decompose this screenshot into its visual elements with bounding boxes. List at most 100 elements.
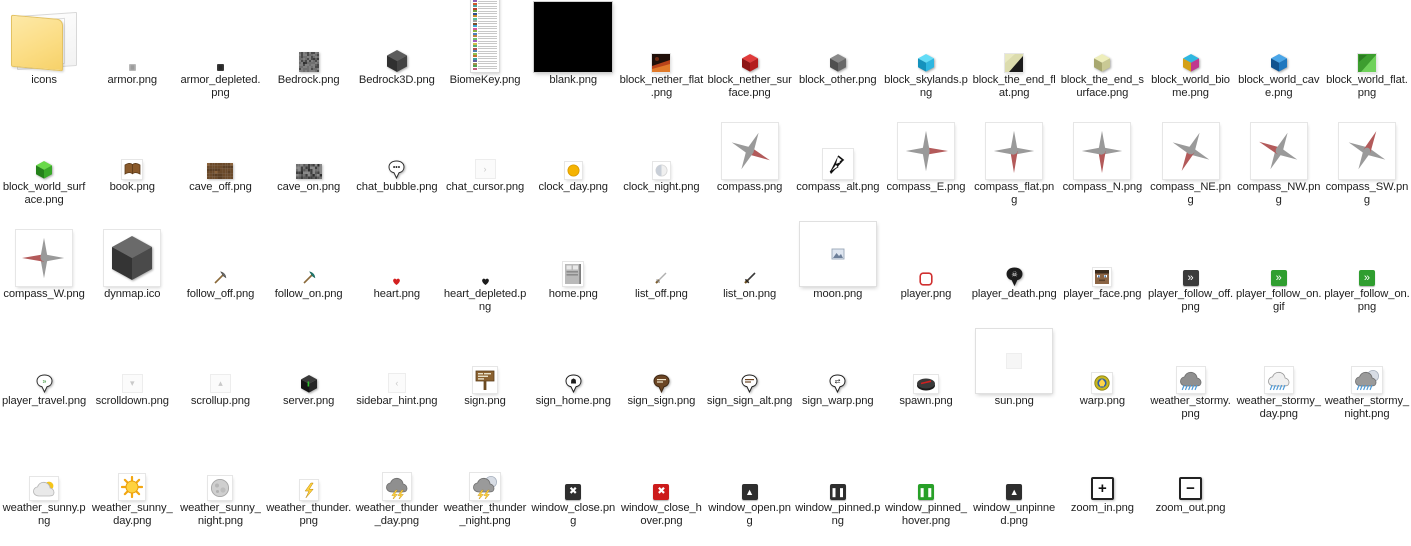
file-item[interactable]: compass_N.png xyxy=(1058,107,1146,214)
file-item[interactable]: block_nether_surface.png xyxy=(706,0,794,107)
file-item[interactable]: ▲ window_unpinned.png xyxy=(970,428,1058,535)
file-item[interactable]: compass_NW.png xyxy=(1235,107,1323,214)
file-label: sign_warp.png xyxy=(802,395,874,407)
file-item[interactable]: block_world_flat.png xyxy=(1323,0,1411,107)
svg-text:»: » xyxy=(42,379,46,386)
file-item[interactable]: block_the_end_surface.png xyxy=(1058,0,1146,107)
file-item[interactable]: book.png xyxy=(88,107,176,214)
file-item[interactable]: icons xyxy=(0,0,88,107)
file-item[interactable]: block_skylands.png xyxy=(882,0,970,107)
file-item[interactable]: compass_SW.png xyxy=(1323,107,1411,214)
file-item[interactable]: BiomeKey.png xyxy=(441,0,529,107)
file-item[interactable]: compass_NE.png xyxy=(1146,107,1234,214)
file-item[interactable]: follow_off.png xyxy=(176,214,264,321)
file-item[interactable]: weather_stormy.png xyxy=(1146,321,1234,428)
file-item[interactable]: block_world_biome.png xyxy=(1146,0,1234,107)
file-item[interactable]: compass_W.png xyxy=(0,214,88,321)
file-item[interactable]: player_face.png xyxy=(1058,214,1146,321)
file-item[interactable]: ‹ sidebar_hint.png xyxy=(353,321,441,428)
file-item[interactable]: » player_follow_off.png xyxy=(1146,214,1234,321)
file-item[interactable]: block_the_end_flat.png xyxy=(970,0,1058,107)
file-item[interactable]: ✖ window_close_hover.png xyxy=(617,428,705,535)
file-item[interactable]: ✖ window_close.png xyxy=(529,428,617,535)
file-item[interactable]: Bedrock3D.png xyxy=(353,0,441,107)
file-label: block_world_surface.png xyxy=(2,181,86,207)
file-item[interactable]: clock_day.png xyxy=(529,107,617,214)
file-item[interactable]: dynmap.ico xyxy=(88,214,176,321)
file-item[interactable]: block_world_cave.png xyxy=(1235,0,1323,107)
file-item[interactable]: follow_on.png xyxy=(265,214,353,321)
gray-cube-icon xyxy=(794,2,882,74)
file-label: weather_stormy_night.png xyxy=(1324,395,1410,421)
file-item[interactable]: sun.png xyxy=(970,321,1058,428)
file-item[interactable]: compass.png xyxy=(706,107,794,214)
scroll-down-chevron-icon: ▾ xyxy=(88,323,176,395)
file-grid[interactable]: icons armor.png armor_depleted.png Bedrock.… xyxy=(0,0,1411,535)
biome-key-legend-icon xyxy=(441,0,529,74)
file-item[interactable]: block_other.png xyxy=(794,0,882,107)
sidebar-hint-chevron-icon: ‹ xyxy=(353,323,441,395)
file-item[interactable]: heart_depleted.png xyxy=(441,214,529,321)
file-item[interactable]: ▲ window_open.png xyxy=(706,428,794,535)
file-item[interactable]: server.png xyxy=(265,321,353,428)
file-item[interactable]: cave_off.png xyxy=(176,107,264,214)
file-item[interactable]: player.png xyxy=(882,214,970,321)
file-label: BiomeKey.png xyxy=(449,74,521,86)
file-item[interactable]: sign_sign_alt.png xyxy=(706,321,794,428)
file-label: Bedrock.png xyxy=(277,74,340,86)
file-item[interactable]: armor.png xyxy=(88,0,176,107)
file-item[interactable]: weather_sunny_day.png xyxy=(88,428,176,535)
file-item[interactable]: » player_follow_on.gif xyxy=(1235,214,1323,321)
file-item[interactable]: warp.png xyxy=(1058,321,1146,428)
file-label: weather_sunny_night.png xyxy=(180,502,261,528)
file-item[interactable]: sign_sign.png xyxy=(617,321,705,428)
file-label: block_world_flat.png xyxy=(1326,74,1408,100)
file-item[interactable]: compass_flat.png xyxy=(970,107,1058,214)
file-item[interactable]: cave_on.png xyxy=(265,107,353,214)
file-item[interactable]: compass_E.png xyxy=(882,107,970,214)
file-item[interactable]: ▾ scrolldown.png xyxy=(88,321,176,428)
end-flat-tile-icon xyxy=(970,2,1058,74)
file-item[interactable]: list_off.png xyxy=(617,214,705,321)
sign-warp-bubble-icon: ⇄ xyxy=(794,323,882,395)
file-item[interactable]: ⇄ sign_warp.png xyxy=(794,321,882,428)
file-item[interactable]: ☠ player_death.png xyxy=(970,214,1058,321)
file-item[interactable]: weather_thunder_day.png xyxy=(353,428,441,535)
file-item[interactable]: + zoom_in.png xyxy=(1058,428,1146,535)
file-item[interactable]: list_on.png xyxy=(706,214,794,321)
file-item[interactable]: block_world_surface.png xyxy=(0,107,88,214)
file-item[interactable]: » player_travel.png xyxy=(0,321,88,428)
file-item[interactable]: » player_follow_on.png xyxy=(1323,214,1411,321)
file-item[interactable]: heart.png xyxy=(353,214,441,321)
file-item[interactable]: sign.png xyxy=(441,321,529,428)
file-item[interactable]: weather_thunder_night.png xyxy=(441,428,529,535)
file-item[interactable]: weather_stormy_night.png xyxy=(1323,321,1411,428)
file-item[interactable]: home.png xyxy=(529,214,617,321)
file-item[interactable]: compass_alt.png xyxy=(794,107,882,214)
file-item[interactable]: weather_stormy_day.png xyxy=(1235,321,1323,428)
file-item[interactable]: − zoom_out.png xyxy=(1146,428,1234,535)
file-item[interactable]: weather_thunder.png xyxy=(265,428,353,535)
file-item[interactable]: clock_night.png xyxy=(617,107,705,214)
file-item[interactable]: block_nether_flat.png xyxy=(617,0,705,107)
pale-yellow-cube-icon xyxy=(1058,2,1146,74)
weather-thunder-night-icon xyxy=(441,430,529,502)
file-item[interactable]: Bedrock.png xyxy=(265,0,353,107)
sun-icon xyxy=(970,323,1058,395)
file-label: spawn.png xyxy=(899,395,953,407)
file-item[interactable]: weather_sunny_night.png xyxy=(176,428,264,535)
file-item[interactable]: ☗ sign_home.png xyxy=(529,321,617,428)
file-item[interactable]: ❚❚ window_pinned_hover.png xyxy=(882,428,970,535)
file-item[interactable]: ▴ scrollup.png xyxy=(176,321,264,428)
file-item[interactable]: moon.png xyxy=(794,214,882,321)
file-label: list_on.png xyxy=(723,288,777,300)
file-item[interactable]: spawn.png xyxy=(882,321,970,428)
file-item[interactable]: blank.png xyxy=(529,0,617,107)
file-item[interactable]: weather_sunny.png xyxy=(0,428,88,535)
file-item[interactable]: ••• chat_bubble.png xyxy=(353,107,441,214)
file-item[interactable]: armor_depleted.png xyxy=(176,0,264,107)
file-item[interactable]: › chat_cursor.png xyxy=(441,107,529,214)
file-label: player_follow_off.png xyxy=(1148,288,1234,314)
file-item[interactable]: ❚❚ window_pinned.png xyxy=(794,428,882,535)
file-label: block_the_end_surface.png xyxy=(1060,74,1144,100)
